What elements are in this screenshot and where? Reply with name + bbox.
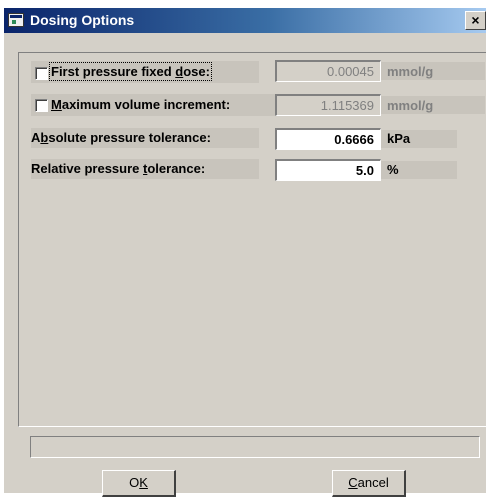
window-icon bbox=[8, 13, 24, 27]
status-bar bbox=[30, 436, 480, 458]
rel-tolerance-field[interactable]: 5.0 bbox=[275, 159, 381, 181]
title-bar: Dosing Options × bbox=[4, 8, 486, 33]
window-title: Dosing Options bbox=[30, 12, 135, 28]
abs-tolerance-label: Absolute pressure tolerance: bbox=[31, 130, 211, 145]
close-button[interactable]: × bbox=[465, 11, 486, 30]
max-volume-checkbox[interactable] bbox=[35, 99, 48, 112]
dosing-options-dialog: Dosing Options × First pressure fixed do… bbox=[4, 8, 486, 497]
max-volume-field[interactable]: 1.115369 bbox=[275, 94, 381, 116]
abs-tolerance-field[interactable]: 0.6666 bbox=[275, 128, 381, 150]
options-panel: First pressure fixed dose: 0.00045 mmol/… bbox=[18, 52, 486, 427]
max-volume-unit: mmol/g bbox=[387, 98, 434, 113]
first-dose-field[interactable]: 0.00045 bbox=[275, 60, 381, 82]
rel-tolerance-unit: % bbox=[387, 162, 399, 177]
first-dose-checkbox[interactable] bbox=[35, 67, 48, 80]
first-dose-unit: mmol/g bbox=[387, 64, 434, 79]
max-volume-label[interactable]: Maximum volume increment: bbox=[51, 97, 230, 112]
rel-tolerance-label: Relative pressure tolerance: bbox=[31, 161, 206, 176]
first-dose-label[interactable]: First pressure fixed dose: bbox=[49, 62, 212, 81]
abs-tolerance-unit: kPa bbox=[387, 131, 411, 146]
